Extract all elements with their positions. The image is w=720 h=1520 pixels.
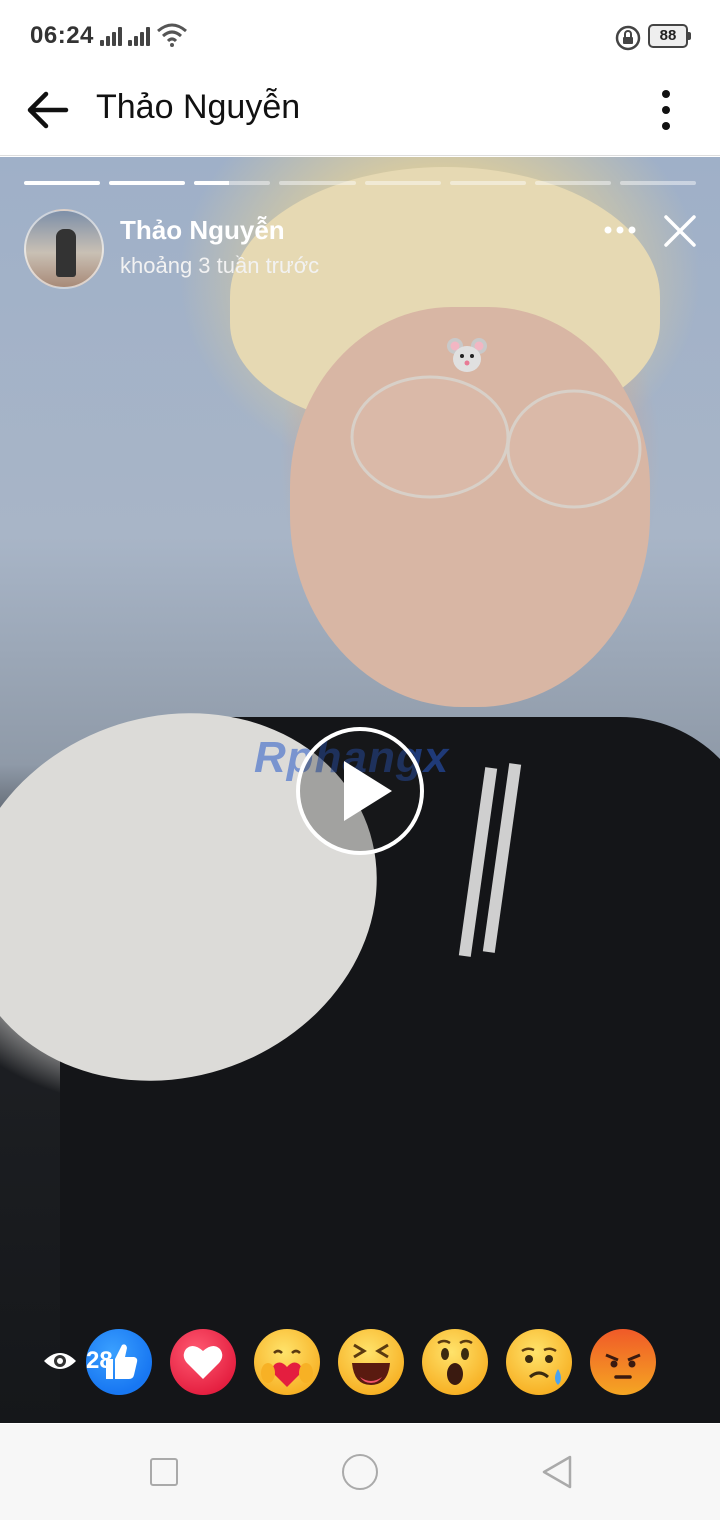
status-bar: 06:24 88 — [0, 0, 720, 72]
eye-icon[interactable] — [42, 1347, 78, 1375]
glasses-shape — [350, 375, 642, 509]
view-count: 28 — [86, 1347, 113, 1374]
care-reaction-icon[interactable] — [254, 1329, 320, 1395]
progress-segment — [449, 181, 526, 185]
story-user-name[interactable]: Thảo Nguyễn — [120, 215, 285, 246]
progress-segment — [109, 181, 186, 185]
love-reaction-icon[interactable] — [170, 1329, 236, 1395]
signal-icon — [100, 26, 126, 46]
progress-fill — [194, 181, 229, 185]
page-title: Thảo Nguyễn — [96, 88, 301, 126]
story-timestamp: khoảng 3 tuần trước — [120, 253, 320, 278]
progress-segment — [194, 181, 271, 185]
play-button[interactable] — [296, 727, 424, 855]
angry-reaction-icon[interactable] — [590, 1329, 656, 1395]
progress-fill — [109, 181, 186, 185]
progress-segment — [364, 181, 441, 185]
signal-icon — [128, 26, 154, 46]
more-vertical-icon[interactable] — [646, 84, 686, 136]
story-viewer[interactable]: Thảo Nguyễn khoảng 3 tuần trước Rphangx … — [0, 157, 720, 1423]
sad-reaction-icon[interactable] — [506, 1329, 572, 1395]
arrow-left-icon[interactable] — [22, 84, 74, 136]
progress-segment — [534, 181, 611, 185]
home-button[interactable] — [342, 1454, 378, 1490]
system-nav-bar — [0, 1424, 720, 1520]
story-progress — [24, 181, 696, 185]
close-icon[interactable] — [660, 211, 700, 251]
progress-fill — [24, 181, 101, 185]
recent-apps-button[interactable] — [150, 1458, 178, 1486]
more-horizontal-icon[interactable] — [600, 217, 640, 243]
reactions-bar: 28 — [0, 1329, 720, 1401]
back-triangle-icon[interactable] — [540, 1454, 574, 1490]
wow-reaction-icon[interactable] — [422, 1329, 488, 1395]
mouse-face-icon — [447, 338, 487, 372]
app-header: Thảo Nguyễn — [0, 72, 720, 156]
status-time: 06:24 — [30, 22, 94, 49]
wifi-icon — [157, 23, 187, 47]
battery-icon: 88 — [648, 24, 691, 48]
avatar[interactable] — [24, 209, 104, 289]
rotation-lock-icon — [615, 25, 641, 51]
progress-segment — [24, 181, 101, 185]
haha-reaction-icon[interactable] — [338, 1329, 404, 1395]
progress-segment — [619, 181, 696, 185]
progress-segment — [279, 181, 356, 185]
play-icon — [344, 761, 392, 821]
